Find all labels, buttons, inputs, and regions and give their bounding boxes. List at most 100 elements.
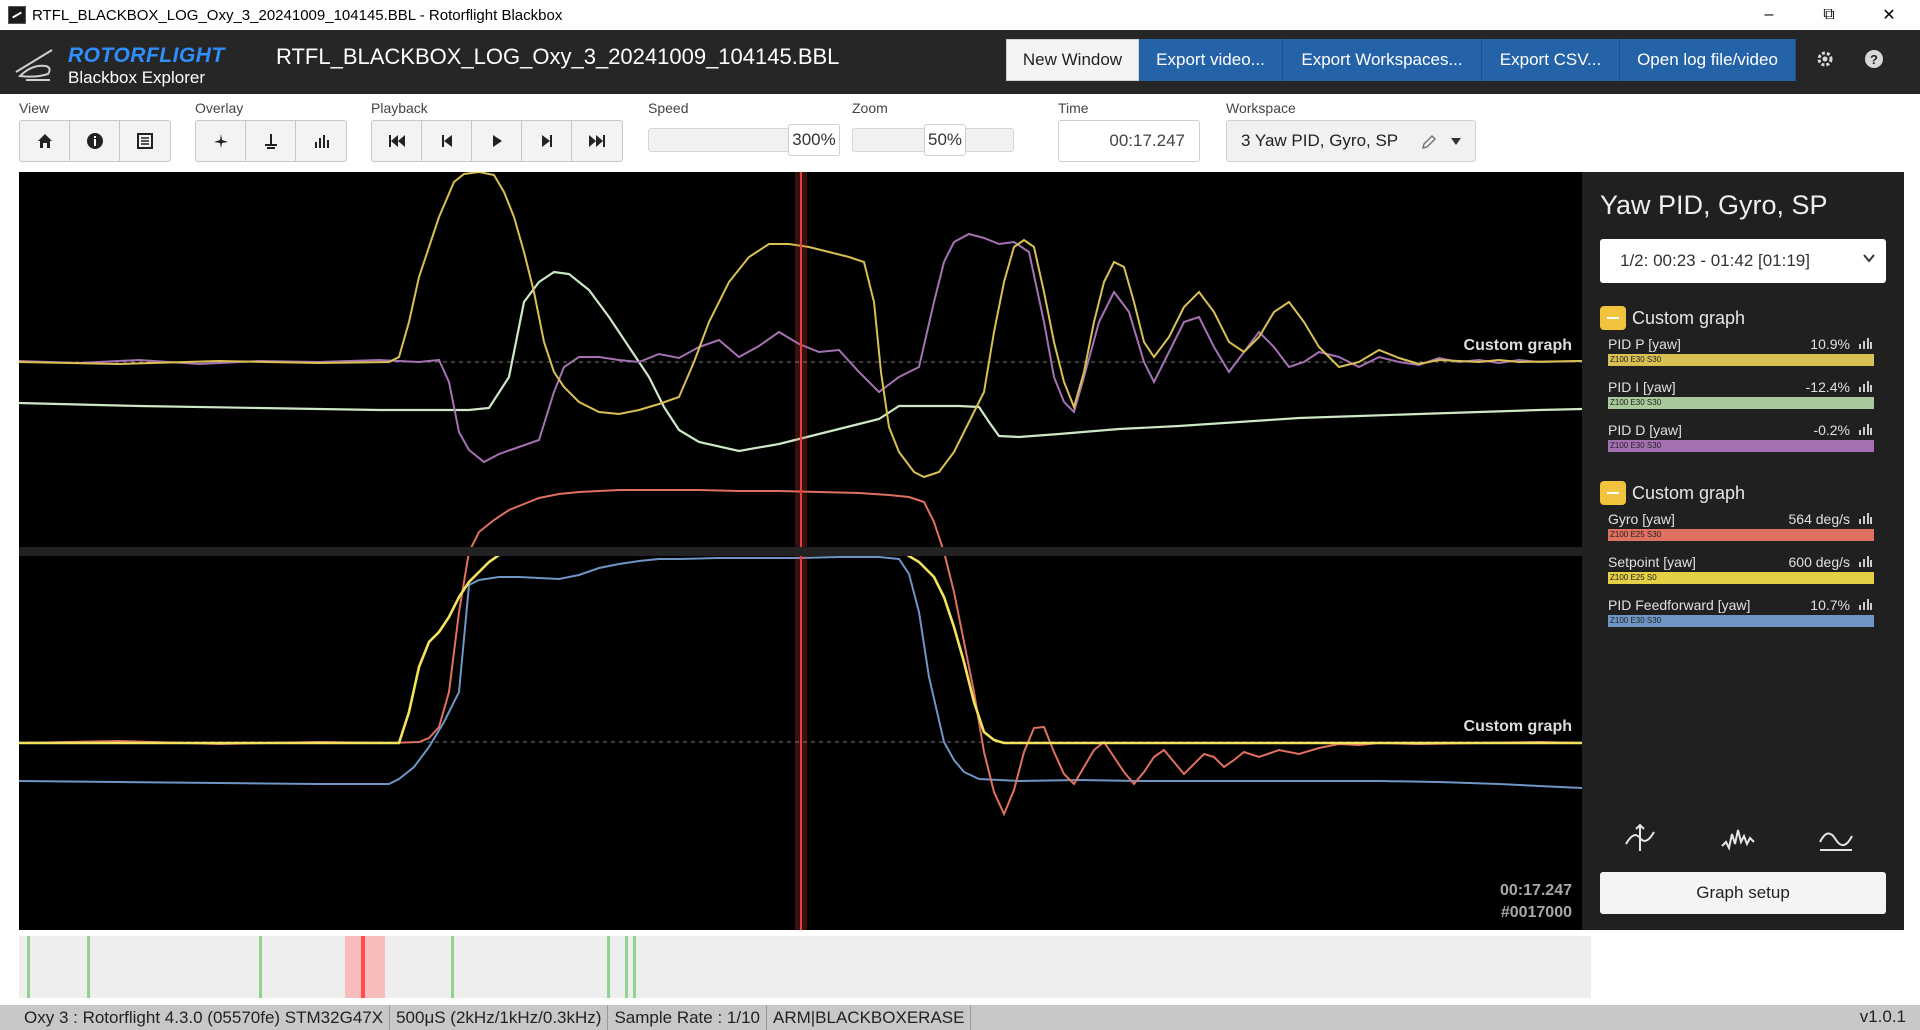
- legend-group-2-name: Custom graph: [1632, 482, 1746, 503]
- legend-item-bar: Z100 E30 S30: [1608, 440, 1874, 452]
- timeline-view-window[interactable]: [345, 936, 385, 998]
- table-icon[interactable]: [120, 121, 170, 161]
- zoom-graph-icon[interactable]: [1622, 822, 1658, 854]
- series-settings-icon[interactable]: [1858, 422, 1872, 436]
- noise-graph-icon[interactable]: [1720, 822, 1756, 854]
- sticks-icon[interactable]: [246, 121, 296, 161]
- log-timeline[interactable]: [19, 936, 1591, 998]
- rotorflight-logo: ROTORFLIGHT Blackbox Explorer: [12, 38, 232, 88]
- caret-down-icon[interactable]: [1451, 138, 1461, 146]
- legend-panel: Yaw PID, Gyro, SP 1/2: 00:23 - 01:42 [01…: [1582, 172, 1904, 930]
- playback-button-group: [371, 120, 623, 162]
- workspace-select[interactable]: 3 Yaw PID, Gyro, SP: [1226, 120, 1476, 162]
- timeline-event-marker: [259, 936, 262, 998]
- playback-label: Playback: [371, 100, 428, 116]
- collapse-icon[interactable]: [1600, 481, 1626, 505]
- logo-sub-text: Blackbox Explorer: [68, 68, 206, 87]
- workspace-label: Workspace: [1226, 100, 1296, 116]
- legend-item-feedforward[interactable]: PID Feedforward [yaw] 10.7% Z100 E30 S30: [1608, 597, 1874, 631]
- timeline-cursor[interactable]: [361, 936, 365, 998]
- status-loop-rate: 500μS (2kHz/1kHz/0.3kHz): [390, 1005, 609, 1030]
- bottom-graph-label: Custom graph: [1463, 718, 1572, 735]
- legend-item-name: Gyro [yaw]: [1608, 511, 1675, 527]
- log-range-value: 1/2: 00:23 - 01:42 [01:19]: [1620, 251, 1810, 270]
- analyser-icon[interactable]: [296, 121, 346, 161]
- legend-item-name: PID P [yaw]: [1608, 336, 1681, 352]
- home-icon[interactable]: [20, 121, 70, 161]
- legend-group-1-name: Custom graph: [1632, 307, 1746, 328]
- svg-text:?: ?: [1870, 52, 1878, 67]
- export-csv-button[interactable]: Export CSV...: [1482, 39, 1620, 81]
- time-label: Time: [1058, 100, 1089, 116]
- timeline-event-marker: [625, 936, 628, 998]
- legend-item-value: 564 deg/s: [1788, 511, 1851, 527]
- window-titlebar: RTFL_BLACKBOX_LOG_Oxy_3_20241009_104145.…: [0, 0, 1920, 30]
- time-input[interactable]: 00:17.247: [1058, 120, 1200, 162]
- export-workspaces-button[interactable]: Export Workspaces...: [1283, 39, 1482, 81]
- graph-canvas[interactable]: Custom graph Custom graph 00:17.247 #001…: [19, 172, 1582, 930]
- pencil-icon[interactable]: [1421, 134, 1437, 150]
- collapse-icon[interactable]: [1600, 306, 1626, 330]
- top-graph-label: Custom graph: [1463, 337, 1572, 354]
- legend-item-gyro[interactable]: Gyro [yaw] 564 deg/s Z100 E25 S30: [1608, 511, 1874, 545]
- smoothing-graph-icon[interactable]: [1818, 822, 1854, 854]
- graph-time: 00:17.247: [1499, 882, 1572, 899]
- series-settings-icon[interactable]: [1858, 336, 1872, 350]
- open-log-button[interactable]: Open log file/video: [1620, 39, 1796, 81]
- legend-group-1-title[interactable]: Custom graph: [1600, 306, 1745, 330]
- speed-value: 300%: [788, 124, 840, 156]
- skip-start-icon[interactable]: [372, 121, 422, 161]
- legend-group-2-title[interactable]: Custom graph: [1600, 481, 1745, 505]
- legend-item-value: 10.7%: [1810, 597, 1850, 613]
- series-settings-icon[interactable]: [1858, 379, 1872, 393]
- legend-item-value: -12.4%: [1805, 379, 1850, 395]
- export-video-button[interactable]: Export video...: [1139, 39, 1283, 81]
- minimize-button[interactable]: –: [1746, 0, 1792, 30]
- window-title: RTFL_BLACKBOX_LOG_Oxy_3_20241009_104145.…: [32, 6, 563, 24]
- zoom-value: 50%: [924, 124, 966, 156]
- skip-end-icon[interactable]: [572, 121, 622, 161]
- overlay-button-group: [195, 120, 347, 162]
- legend-item-value: 10.9%: [1810, 336, 1850, 352]
- zoom-label: Zoom: [852, 100, 888, 116]
- timeline-event-marker: [633, 936, 636, 998]
- legend-item-name: Setpoint [yaw]: [1608, 554, 1696, 570]
- series-settings-icon[interactable]: [1858, 511, 1872, 525]
- chevron-down-icon: [1863, 254, 1875, 263]
- maximize-button[interactable]: ⧉: [1806, 0, 1852, 30]
- play-icon[interactable]: [472, 121, 522, 161]
- legend-item-pid-d[interactable]: PID D [yaw] -0.2% Z100 E30 S30: [1608, 422, 1874, 456]
- series-settings-icon[interactable]: [1858, 597, 1872, 611]
- legend-item-bar: Z100 E30 S30: [1608, 615, 1874, 627]
- legend-item-name: PID D [yaw]: [1608, 422, 1682, 438]
- status-version: v1.0.1: [1859, 1007, 1906, 1026]
- legend-item-pid-i[interactable]: PID I [yaw] -12.4% Z100 E30 S30: [1608, 379, 1874, 413]
- app-header: ROTORFLIGHT Blackbox Explorer RTFL_BLACK…: [0, 30, 1920, 94]
- legend-item-value: -0.2%: [1813, 422, 1850, 438]
- status-bar: Oxy 3 : Rotorflight 4.3.0 (05570fe) STM3…: [0, 1005, 1920, 1030]
- toolbar: View Overlay Playback Speed 300% Zoom 50…: [0, 94, 1920, 170]
- timeline-event-marker: [87, 936, 90, 998]
- graph-setup-button[interactable]: Graph setup: [1600, 872, 1886, 914]
- craft-icon[interactable]: [196, 121, 246, 161]
- logo-main-text: ROTORFLIGHT: [68, 44, 225, 67]
- info-icon[interactable]: [70, 121, 120, 161]
- step-back-icon[interactable]: [422, 121, 472, 161]
- graph-frame-number: #0017000: [1500, 904, 1572, 921]
- legend-item-name: PID Feedforward [yaw]: [1608, 597, 1751, 613]
- status-flags: ARM|BLACKBOXERASE: [767, 1005, 972, 1030]
- workspace-value: 3 Yaw PID, Gyro, SP: [1241, 131, 1399, 150]
- close-button[interactable]: ✕: [1866, 0, 1912, 30]
- series-settings-icon[interactable]: [1858, 554, 1872, 568]
- legend-item-value: 600 deg/s: [1788, 554, 1851, 570]
- step-forward-icon[interactable]: [522, 121, 572, 161]
- new-window-button[interactable]: New Window: [1006, 39, 1139, 81]
- status-sample-rate: Sample Rate : 1/10: [608, 1005, 767, 1030]
- legend-item-bar: Z100 E25 S30: [1608, 529, 1874, 541]
- legend-item-bar: Z100 E25 S0: [1608, 572, 1874, 584]
- legend-item-setpoint[interactable]: Setpoint [yaw] 600 deg/s Z100 E25 S0: [1608, 554, 1874, 588]
- log-range-select[interactable]: 1/2: 00:23 - 01:42 [01:19]: [1600, 239, 1886, 283]
- help-icon[interactable]: ?: [1862, 47, 1886, 71]
- legend-item-pid-p[interactable]: PID P [yaw] 10.9% Z100 E30 S30: [1608, 336, 1874, 370]
- gear-icon[interactable]: [1813, 47, 1837, 71]
